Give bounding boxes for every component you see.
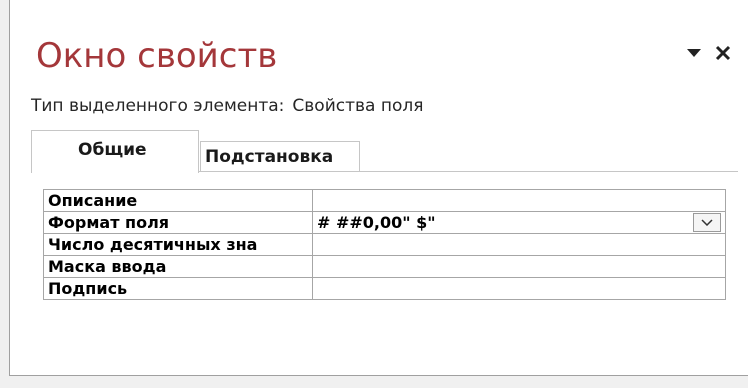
- pane-title: Окно свойств: [36, 36, 278, 76]
- property-row-input-mask: Маска ввода: [43, 255, 726, 278]
- close-icon: [715, 45, 731, 61]
- property-label-description[interactable]: Описание: [43, 189, 313, 212]
- property-grid: Описание Формат поля # ##0,00" $" Число …: [43, 189, 726, 300]
- property-row-decimal-places: Число десятичных зна: [43, 233, 726, 256]
- property-row-caption: Подпись: [43, 277, 726, 300]
- property-value-description[interactable]: [312, 189, 726, 212]
- property-value-format[interactable]: # ##0,00" $": [317, 213, 436, 232]
- property-sheet-pane: Окно свойств Тип выделенного элемента: Св…: [9, 0, 748, 376]
- property-value-decimal-places[interactable]: [312, 233, 726, 256]
- property-value-input-mask[interactable]: [312, 255, 726, 278]
- chevron-down-triangle-icon: [687, 49, 701, 57]
- pane-controls: [682, 38, 736, 68]
- selection-type-value[interactable]: Свойства поля: [292, 96, 423, 116]
- tab-lookup[interactable]: Подстановка: [200, 141, 360, 172]
- tab-panel-general: Описание Формат поля # ##0,00" $" Число …: [31, 171, 738, 365]
- format-dropdown-button[interactable]: [693, 213, 721, 232]
- property-value-format-cell[interactable]: # ##0,00" $": [312, 211, 726, 234]
- selection-type: Тип выделенного элемента: Свойства поля: [31, 95, 423, 117]
- property-label-input-mask[interactable]: Маска ввода: [43, 255, 313, 278]
- property-label-decimal-places[interactable]: Число десятичных зна: [43, 233, 313, 256]
- property-value-caption[interactable]: [312, 277, 726, 300]
- tab-general[interactable]: Общие: [31, 130, 199, 173]
- close-button[interactable]: [710, 38, 736, 68]
- pane-menu-button[interactable]: [682, 38, 706, 68]
- property-row-format: Формат поля # ##0,00" $": [43, 211, 726, 234]
- property-label-format[interactable]: Формат поля: [43, 211, 313, 234]
- property-row-description: Описание: [43, 189, 726, 212]
- property-label-caption[interactable]: Подпись: [43, 277, 313, 300]
- chevron-down-icon: [701, 219, 713, 226]
- selection-type-label: Тип выделенного элемента:: [31, 96, 285, 116]
